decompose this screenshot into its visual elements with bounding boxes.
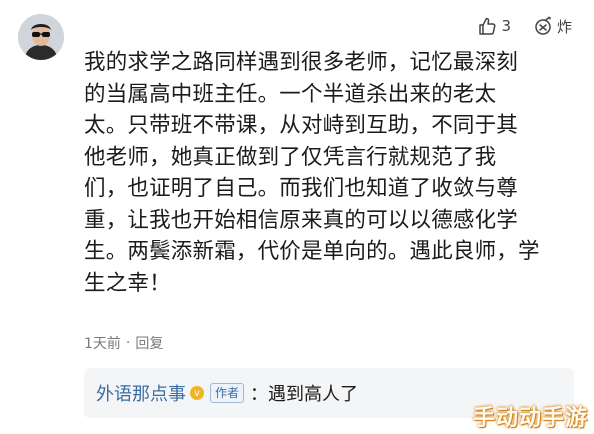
avatar-image [18, 14, 64, 60]
comment-time: 1天前 [84, 336, 121, 352]
like-count: 3 [501, 17, 511, 35]
watermark-logo: 手动动手游 [472, 406, 588, 431]
comment-meta: 1天前 · 回复 [84, 333, 163, 353]
reply-button[interactable]: 回复 [135, 333, 163, 353]
verified-icon: v [190, 386, 204, 400]
comment-actions: 3 炸 [477, 14, 572, 38]
avatar[interactable] [18, 14, 64, 60]
author-badge: 作者 [210, 383, 245, 403]
reply-author[interactable]: 外语那点事 [96, 380, 186, 406]
reply-colon: ： [250, 384, 269, 405]
fire-label: 炸 [556, 17, 572, 36]
fire-button[interactable]: 炸 [533, 16, 572, 37]
reply-text: 遇到高人了 [268, 384, 359, 405]
fire-icon [535, 16, 551, 35]
thumbs-up-icon [479, 17, 496, 35]
comment-text: 我的求学之路同样遇到很多老师，记忆最深刻 的当属高中班主任。一个半道杀出来的老太… [84, 50, 540, 296]
like-button[interactable]: 3 [477, 16, 511, 36]
meta-separator: · [125, 335, 131, 351]
